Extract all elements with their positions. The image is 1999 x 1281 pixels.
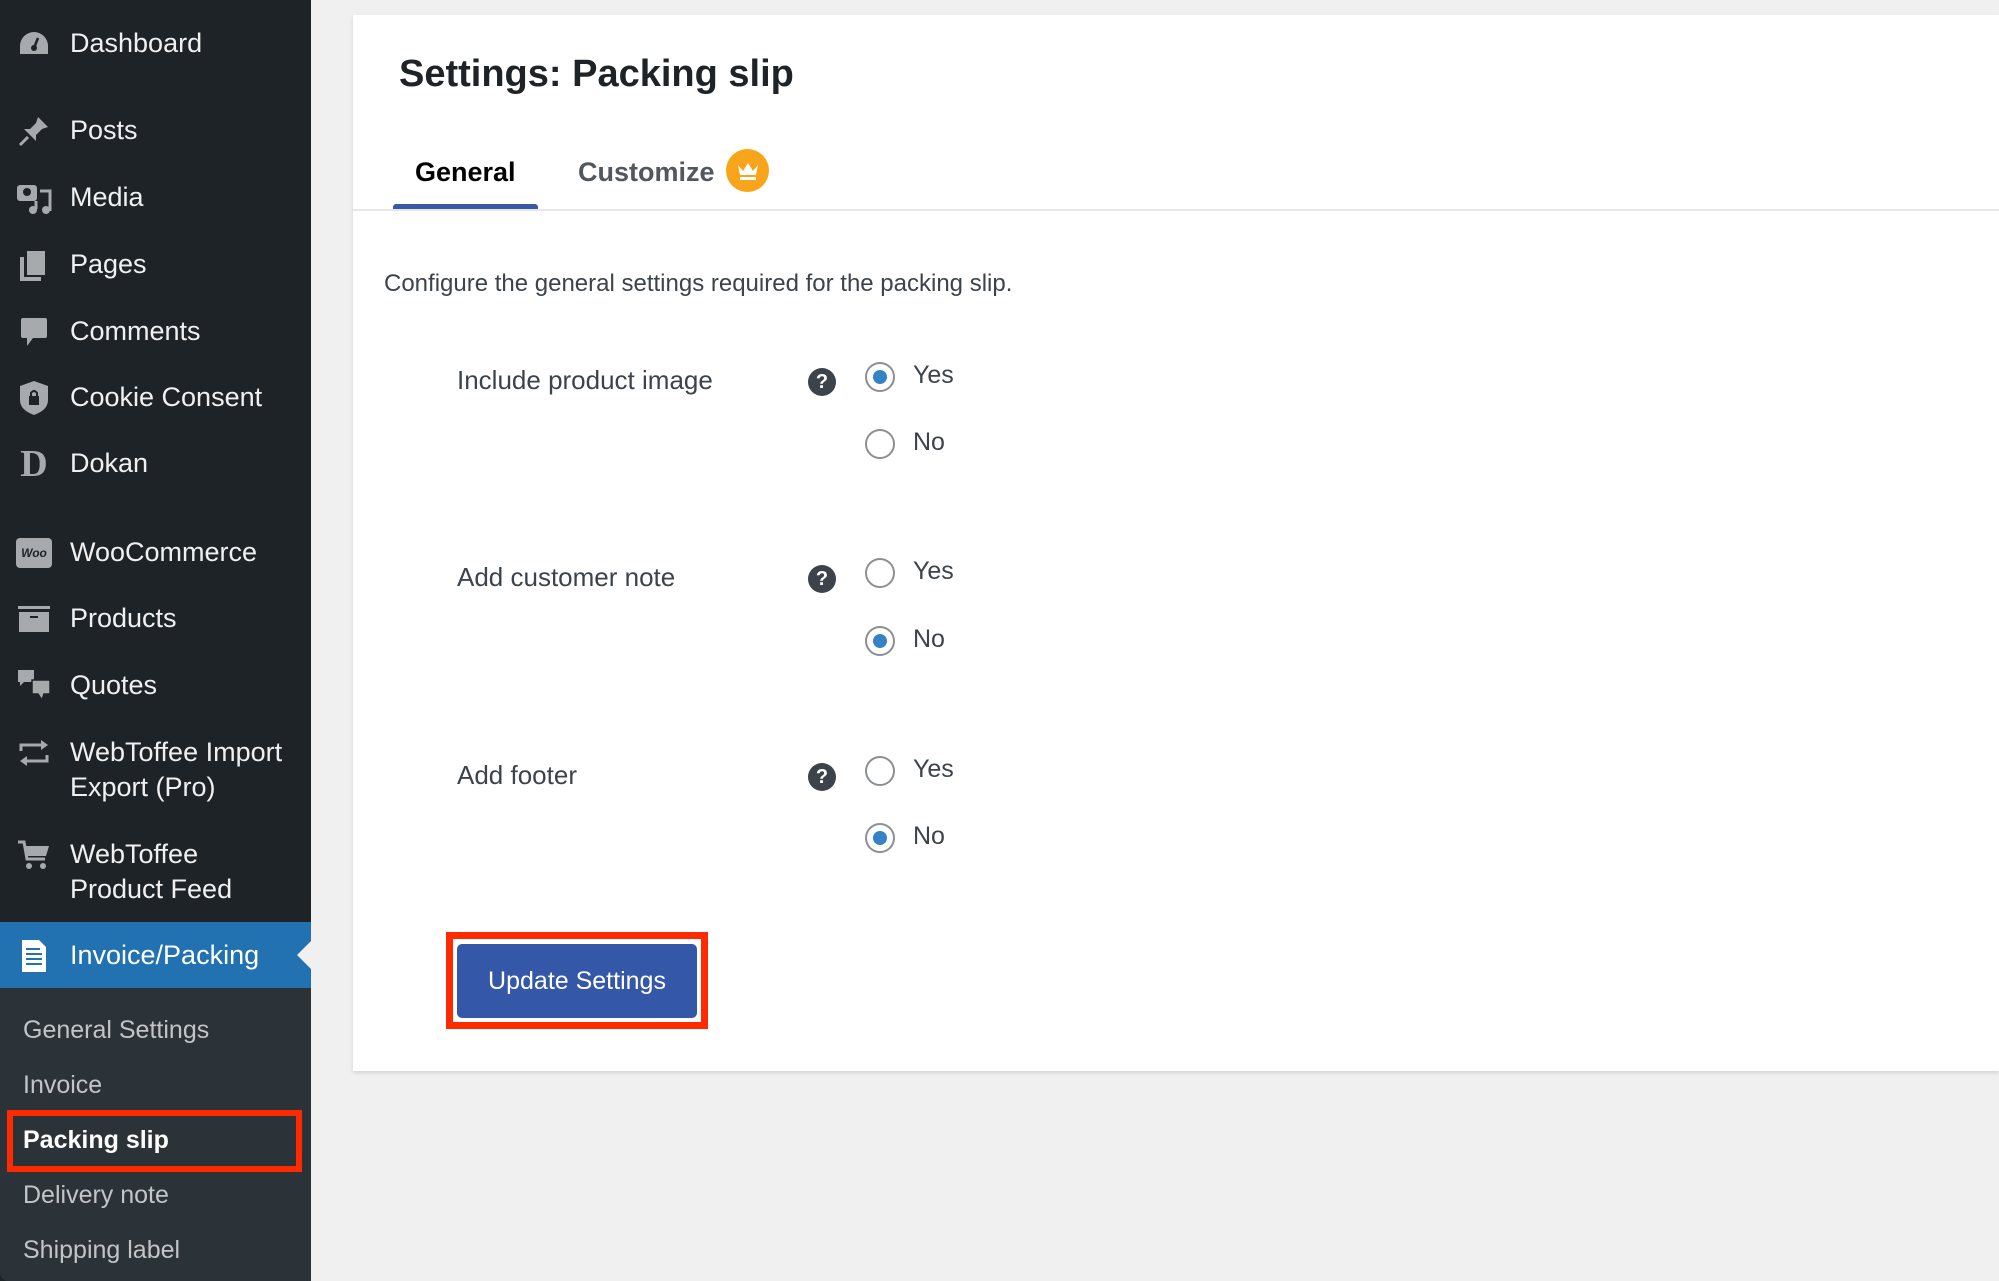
setting-label-include-product-image: Include product image bbox=[457, 365, 713, 395]
radio-include-product-image-no[interactable] bbox=[865, 429, 895, 459]
crown-icon bbox=[726, 149, 769, 192]
radio-label-no[interactable]: No bbox=[913, 625, 945, 654]
tab-general[interactable]: General bbox=[415, 155, 516, 189]
submenu-item-shipping-label[interactable]: Shipping label bbox=[23, 1235, 180, 1265]
sidebar-item-label: Cookie Consent bbox=[70, 382, 263, 412]
help-icon[interactable]: ? bbox=[808, 368, 836, 396]
sidebar-item-label: WebToffee bbox=[70, 839, 199, 869]
radio-label-yes[interactable]: Yes bbox=[913, 557, 954, 586]
setting-label-add-footer: Add footer bbox=[457, 760, 577, 790]
sidebar-item-label: Product Feed bbox=[70, 874, 233, 904]
radio-checked-dot bbox=[873, 831, 887, 845]
radio-label-no[interactable]: No bbox=[913, 822, 945, 851]
radio-label-no[interactable]: No bbox=[913, 428, 945, 457]
radio-add-customer-note-no[interactable] bbox=[865, 626, 895, 656]
radio-add-footer-no[interactable] bbox=[865, 823, 895, 853]
comment-icon bbox=[16, 314, 52, 350]
sidebar-item-label: WebToffee Import bbox=[70, 737, 283, 767]
sidebar-item-invoice-packing[interactable]: Invoice/Packing bbox=[0, 922, 311, 988]
help-icon[interactable]: ? bbox=[808, 565, 836, 593]
sidebar-item-label: WooCommerce bbox=[70, 537, 258, 567]
pages-icon bbox=[16, 247, 52, 283]
setting-label-add-customer-note: Add customer note bbox=[457, 562, 676, 592]
sidebar-item-label: Dokan bbox=[70, 448, 149, 478]
archive-box-icon bbox=[16, 601, 52, 637]
update-settings-button[interactable]: Update Settings bbox=[457, 944, 697, 1018]
sidebar-item-label: Dashboard bbox=[70, 28, 203, 58]
media-icon bbox=[16, 180, 52, 216]
sidebar-item-label: Export (Pro) bbox=[70, 772, 216, 802]
dokan-icon: D bbox=[20, 442, 48, 485]
page-title: Settings: Packing slip bbox=[399, 53, 794, 95]
submenu-item-delivery-note[interactable]: Delivery note bbox=[23, 1180, 169, 1210]
radio-checked-dot bbox=[873, 370, 887, 384]
radio-add-footer-yes[interactable] bbox=[865, 756, 895, 786]
active-menu-arrow bbox=[297, 941, 311, 969]
radio-add-customer-note-yes[interactable] bbox=[865, 558, 895, 588]
radio-checked-dot bbox=[873, 634, 887, 648]
radio-include-product-image-yes[interactable] bbox=[865, 362, 895, 392]
sidebar-item-label: Invoice/Packing bbox=[70, 940, 260, 970]
sidebar-item-label: Media bbox=[70, 182, 144, 212]
sidebar-item-label: Comments bbox=[70, 316, 201, 346]
tab-customize[interactable]: Customize bbox=[578, 155, 715, 189]
dashboard-icon bbox=[16, 26, 52, 62]
tabs-divider bbox=[353, 209, 1999, 211]
sidebar-item-label: Posts bbox=[70, 115, 138, 145]
woo-icon: Woo bbox=[16, 535, 52, 571]
cart-icon bbox=[16, 837, 52, 873]
sidebar-item-label: Quotes bbox=[70, 670, 158, 700]
sidebar-item-label: Products bbox=[70, 603, 177, 633]
submenu-item-general-settings[interactable]: General Settings bbox=[23, 1015, 209, 1045]
submenu-item-invoice[interactable]: Invoice bbox=[23, 1070, 102, 1100]
sidebar-item-label: Pages bbox=[70, 249, 147, 279]
chat-bubbles-icon bbox=[16, 668, 52, 704]
radio-label-yes[interactable]: Yes bbox=[913, 361, 954, 390]
settings-description: Configure the general settings required … bbox=[384, 270, 1013, 297]
sync-arrows-icon bbox=[16, 735, 52, 771]
pin-icon bbox=[16, 113, 52, 149]
help-icon[interactable]: ? bbox=[808, 763, 836, 791]
document-icon bbox=[16, 938, 52, 974]
highlight-box-packing-slip bbox=[7, 1110, 302, 1172]
settings-panel: Settings: Packing slip General Customize… bbox=[353, 15, 1999, 1071]
shield-lock-icon bbox=[16, 380, 52, 416]
admin-sidebar: Dashboard Posts Media Pages Comments Coo… bbox=[0, 0, 311, 1281]
radio-label-yes[interactable]: Yes bbox=[913, 755, 954, 784]
